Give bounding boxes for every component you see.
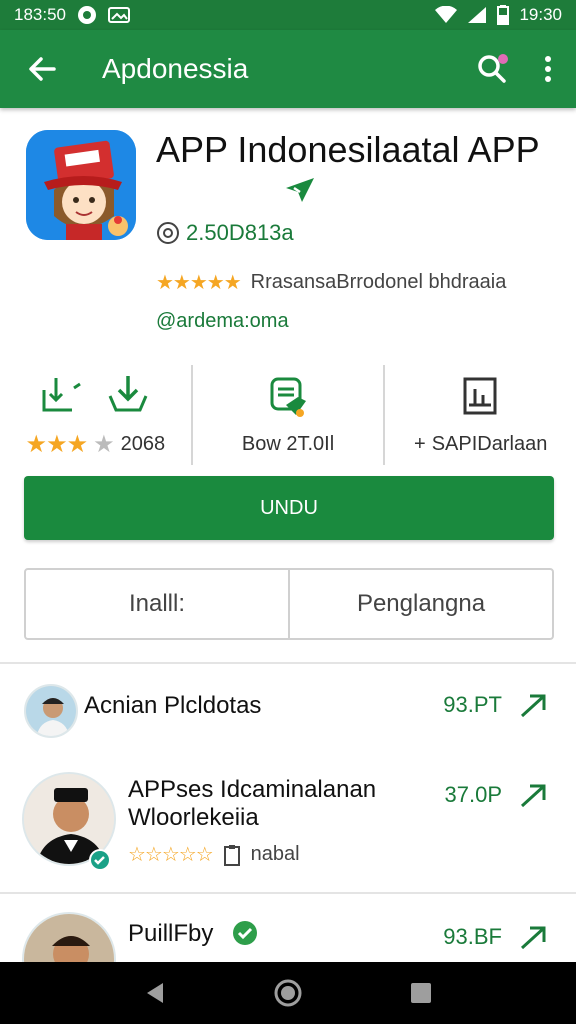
- download-icon: [42, 377, 82, 411]
- stat-stars-icon: ★★★: [25, 430, 89, 458]
- downloads-row: 2.50D813a: [156, 220, 294, 246]
- list-item-title: Acnian Plcldotas: [84, 692, 262, 719]
- stat-age: + SAPIDarlaan: [383, 365, 576, 465]
- list-item[interactable]: Acnian Plcldotas 93.PT: [0, 670, 576, 754]
- verified-check-circle-icon: [233, 921, 257, 945]
- list-item-value: 37.0P: [444, 782, 503, 807]
- divider: [0, 892, 576, 894]
- trending-arrow-icon[interactable]: [520, 694, 548, 718]
- app-title: APP Indonesilaatal APP: [156, 129, 540, 170]
- plus-icon: +: [414, 432, 426, 455]
- back-arrow-icon: [29, 57, 56, 81]
- rating-row: ★★★★★ RrasansaBrrodonel bhdraaia: [156, 270, 506, 295]
- rating-text: RrasansaBrrodonel bhdraaia: [250, 271, 507, 293]
- nav-home-icon[interactable]: [273, 978, 303, 1008]
- download-count-icon: [157, 222, 179, 244]
- app-icon: [26, 130, 136, 240]
- verified-check-icon: [286, 178, 314, 202]
- stat-rating: ★★★ ★ 2068: [0, 365, 191, 465]
- list-item-value: 93.PT: [443, 692, 502, 717]
- app-package-icon: [270, 377, 306, 417]
- page-title: Apdonessia: [102, 53, 249, 84]
- download-tray-icon: [108, 375, 148, 411]
- developer-link[interactable]: @ardema:oma: [156, 310, 289, 333]
- segment-settings[interactable]: Penglangna: [288, 570, 552, 638]
- wifi-icon: [435, 6, 458, 23]
- status-time-left: 183:50: [14, 5, 66, 24]
- list-item-meta: ☆☆☆☆☆ nabal: [128, 842, 300, 867]
- image-notification-icon: [108, 7, 130, 23]
- stat-size-value: Bow 2T.0Il: [241, 432, 335, 455]
- signal-icon: [468, 7, 487, 23]
- downloads-count: 2.50D813a: [186, 220, 294, 245]
- avatar: [24, 684, 78, 738]
- clipboard-icon: [223, 844, 240, 866]
- battery-icon: [497, 5, 510, 25]
- list-item[interactable]: PuillFby 93.BF: [0, 900, 576, 962]
- more-options-button[interactable]: [520, 30, 576, 108]
- app-bar: Apdonessia: [0, 30, 576, 108]
- list-item[interactable]: APPses Idcaminalanan Wloorlekeiia ☆☆☆☆☆ …: [0, 764, 576, 888]
- trending-arrow-icon[interactable]: [520, 926, 548, 950]
- stat-age-value: SAPIDarlaan: [431, 432, 548, 455]
- outline-stars-icon: ☆☆☆☆☆: [128, 844, 214, 866]
- empty-star-icon: ★: [93, 430, 115, 458]
- nav-back-icon[interactable]: [143, 981, 167, 1005]
- navigation-bar: [0, 962, 576, 1024]
- document-chart-icon: [463, 377, 497, 414]
- action-segment: Inalll: Penglangna: [24, 568, 554, 640]
- stat-size: Bow 2T.0Il: [190, 365, 384, 465]
- rating-stars-icon: ★★★★★: [156, 272, 242, 294]
- install-button[interactable]: UNDU: [24, 476, 554, 540]
- list-item-meta-text: nabal: [250, 843, 300, 865]
- list-item-value: 93.BF: [443, 924, 502, 949]
- notification-icon: [78, 6, 96, 24]
- stats-row: ★★★ ★ 2068 Bow 2T.0Il + SAPIDarlaan: [0, 365, 576, 465]
- more-vert-icon: [545, 56, 551, 82]
- list-item-title: PuillFby: [128, 920, 214, 947]
- status-time-right: 19:30: [519, 5, 562, 24]
- status-bar: 183:50 19:30: [0, 0, 576, 30]
- avatar: [22, 912, 116, 962]
- search-button[interactable]: [464, 30, 520, 108]
- list-item-title: APPses Idcaminalanan Wloorlekeiia: [128, 776, 377, 831]
- back-button[interactable]: [0, 30, 84, 108]
- trending-arrow-icon[interactable]: [520, 784, 548, 808]
- search-badge: [498, 54, 508, 64]
- divider: [0, 662, 576, 664]
- stat-rating-value: 2068: [120, 432, 166, 455]
- verified-badge-icon: [89, 849, 111, 871]
- nav-recents-icon[interactable]: [409, 981, 433, 1005]
- segment-install[interactable]: Inalll:: [26, 570, 288, 638]
